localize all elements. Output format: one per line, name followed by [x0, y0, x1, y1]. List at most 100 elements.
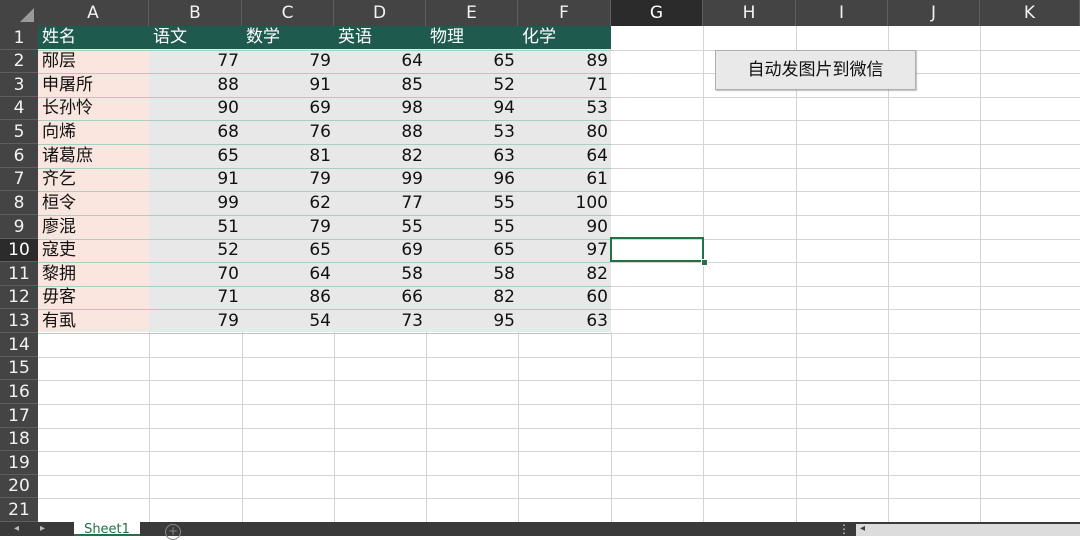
cell-english[interactable]: 55	[334, 215, 423, 239]
more-options-icon[interactable]: ⋮	[838, 522, 850, 536]
cell-english[interactable]: 82	[334, 144, 423, 168]
column-header-j[interactable]: J	[888, 0, 980, 26]
cell-name[interactable]: 黎拥	[42, 262, 76, 286]
cell-chemistry[interactable]: 100	[518, 191, 608, 215]
cell-physics[interactable]: 52	[426, 73, 515, 97]
column-header-k[interactable]: K	[980, 0, 1080, 26]
cell-math[interactable]: 62	[242, 191, 331, 215]
cell-chinese[interactable]: 88	[149, 73, 239, 97]
row-header-2[interactable]: 2	[0, 50, 38, 73]
column-header-h[interactable]: H	[703, 0, 796, 26]
auto-send-image-wechat-button[interactable]: 自动发图片到微信	[715, 50, 916, 90]
cell-math[interactable]: 79	[242, 168, 331, 191]
cell-chemistry[interactable]: 53	[518, 97, 608, 120]
row-header-9[interactable]: 9	[0, 215, 38, 239]
row-header-10[interactable]: 10	[0, 239, 38, 262]
row-header-3[interactable]: 3	[0, 73, 38, 97]
cell-name[interactable]: 邴层	[42, 50, 76, 73]
cell-physics[interactable]: 65	[426, 239, 515, 262]
cell-chinese[interactable]: 77	[149, 50, 239, 73]
cell-name[interactable]: 寇吏	[42, 239, 76, 262]
cell-math[interactable]: 64	[242, 262, 331, 286]
cell-math[interactable]: 79	[242, 50, 331, 73]
cell-chemistry[interactable]: 97	[518, 239, 608, 262]
cell-chemistry[interactable]: 63	[518, 309, 608, 333]
cell-physics[interactable]: 53	[426, 120, 515, 144]
table-header-name[interactable]: 姓名	[42, 26, 76, 49]
cell-name[interactable]: 诸葛庶	[42, 144, 93, 168]
select-all-button[interactable]	[0, 0, 38, 26]
row-header-15[interactable]: 15	[0, 357, 38, 380]
cell-name[interactable]: 桓令	[42, 191, 76, 215]
scroll-left-icon[interactable]: ◂	[860, 522, 865, 536]
cell-english[interactable]: 58	[334, 262, 423, 286]
cell-chinese[interactable]: 52	[149, 239, 239, 262]
row-header-16[interactable]: 16	[0, 380, 38, 404]
cell-chinese[interactable]: 79	[149, 309, 239, 333]
prev-sheet-icon[interactable]: ◂	[14, 522, 19, 536]
cell-math[interactable]: 69	[242, 97, 331, 120]
cell-chinese[interactable]: 70	[149, 262, 239, 286]
cell-physics[interactable]: 82	[426, 286, 515, 309]
cell-english[interactable]: 77	[334, 191, 423, 215]
cell-name[interactable]: 齐乞	[42, 168, 76, 191]
column-header-f[interactable]: F	[518, 0, 611, 26]
cell-physics[interactable]: 63	[426, 144, 515, 168]
cell-chinese[interactable]: 90	[149, 97, 239, 120]
cell-chemistry[interactable]: 71	[518, 73, 608, 97]
row-header-13[interactable]: 13	[0, 309, 38, 333]
cell-english[interactable]: 88	[334, 120, 423, 144]
column-header-a[interactable]: A	[38, 0, 149, 26]
column-header-e[interactable]: E	[426, 0, 518, 26]
cell-physics[interactable]: 65	[426, 50, 515, 73]
row-header-8[interactable]: 8	[0, 191, 38, 215]
add-sheet-icon[interactable]: +	[165, 524, 181, 540]
table-header-math[interactable]: 数学	[246, 26, 280, 49]
table-header-english[interactable]: 英语	[338, 26, 372, 49]
column-header-i[interactable]: I	[796, 0, 888, 26]
cell-chemistry[interactable]: 90	[518, 215, 608, 239]
cell-english[interactable]: 73	[334, 309, 423, 333]
cell-chinese[interactable]: 65	[149, 144, 239, 168]
table-header-chemistry[interactable]: 化学	[522, 26, 556, 49]
cell-chemistry[interactable]: 64	[518, 144, 608, 168]
cell-english[interactable]: 64	[334, 50, 423, 73]
sheet-tab-sheet1[interactable]: Sheet1	[74, 522, 140, 536]
cell-name[interactable]: 有虱	[42, 309, 76, 333]
column-header-b[interactable]: B	[149, 0, 242, 26]
cell-math[interactable]: 79	[242, 215, 331, 239]
row-header-19[interactable]: 19	[0, 451, 38, 475]
row-header-1[interactable]: 1	[0, 26, 38, 50]
cell-math[interactable]: 65	[242, 239, 331, 262]
cell-chinese[interactable]: 71	[149, 286, 239, 309]
cell-chemistry[interactable]: 82	[518, 262, 608, 286]
row-header-18[interactable]: 18	[0, 428, 38, 451]
cell-chinese[interactable]: 68	[149, 120, 239, 144]
cell-english[interactable]: 85	[334, 73, 423, 97]
column-header-d[interactable]: D	[334, 0, 426, 26]
cell-physics[interactable]: 55	[426, 191, 515, 215]
table-header-physics[interactable]: 物理	[430, 26, 464, 49]
cell-chemistry[interactable]: 80	[518, 120, 608, 144]
cell-physics[interactable]: 95	[426, 309, 515, 333]
row-header-12[interactable]: 12	[0, 286, 38, 309]
cell-chemistry[interactable]: 89	[518, 50, 608, 73]
cell-math[interactable]: 86	[242, 286, 331, 309]
cell-chinese[interactable]: 91	[149, 168, 239, 191]
selected-cell[interactable]	[610, 237, 704, 262]
cell-chinese[interactable]: 51	[149, 215, 239, 239]
cell-math[interactable]: 91	[242, 73, 331, 97]
cell-name[interactable]: 长孙怜	[42, 97, 93, 120]
row-header-7[interactable]: 7	[0, 168, 38, 191]
row-header-14[interactable]: 14	[0, 333, 38, 357]
cell-chinese[interactable]: 99	[149, 191, 239, 215]
cell-name[interactable]: 申屠所	[42, 73, 93, 97]
row-header-6[interactable]: 6	[0, 144, 38, 168]
cell-name[interactable]: 毋客	[42, 286, 76, 309]
cell-name[interactable]: 向烯	[42, 120, 76, 144]
cell-chemistry[interactable]: 60	[518, 286, 608, 309]
table-header-chinese[interactable]: 语文	[153, 26, 187, 49]
cell-name[interactable]: 廖混	[42, 215, 76, 239]
row-header-5[interactable]: 5	[0, 120, 38, 144]
cell-physics[interactable]: 55	[426, 215, 515, 239]
